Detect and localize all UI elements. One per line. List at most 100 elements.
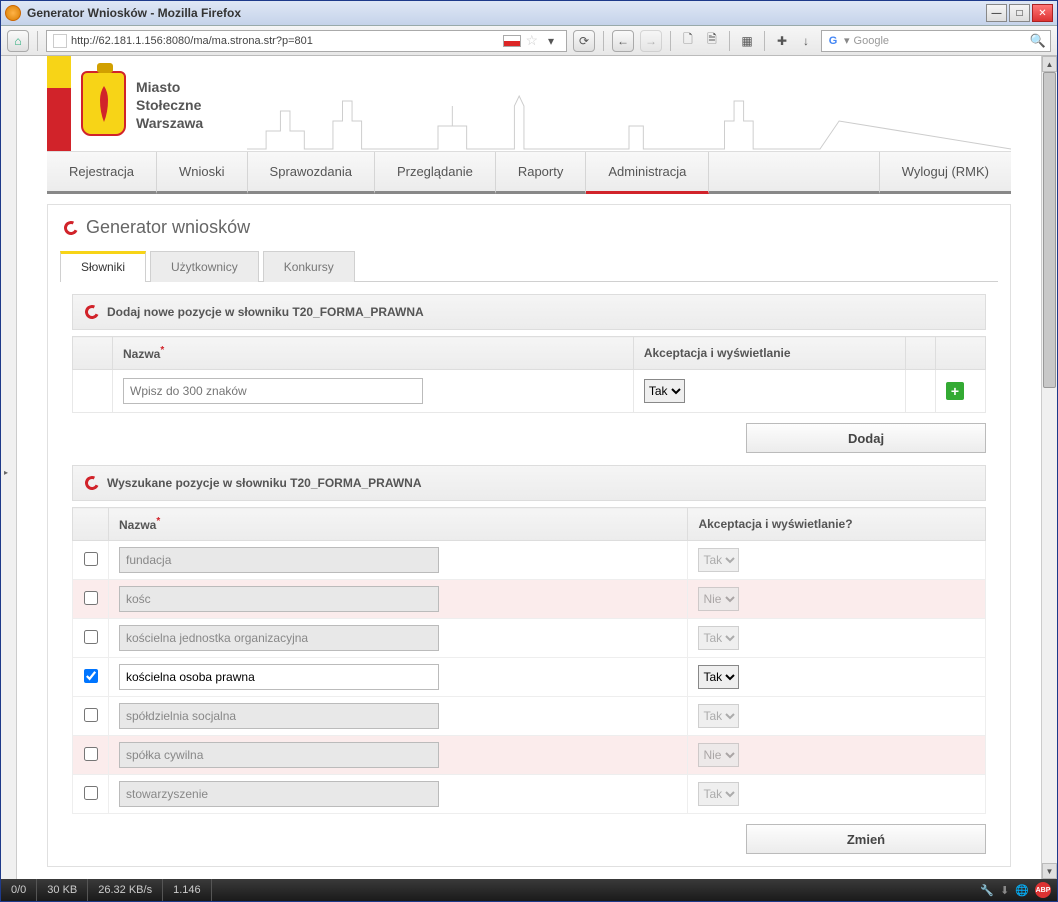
titlebar: Generator Wniosków - Mozilla Firefox — □… — [1, 1, 1057, 26]
row-checkbox[interactable] — [84, 669, 98, 683]
row-accept-select: Tak — [698, 626, 739, 650]
scroll-up-icon[interactable]: ▲ — [1042, 56, 1057, 72]
col-name-header: Nazwa* — [113, 337, 634, 370]
url-text: http://62.181.1.156:8080/ma/ma.strona.st… — [71, 35, 313, 47]
window-title: Generator Wniosków - Mozilla Firefox — [27, 6, 986, 20]
close-button[interactable]: ✕ — [1032, 4, 1053, 22]
back-button[interactable]: ← — [612, 30, 634, 52]
nav-item-przeglądanie[interactable]: Przeglądanie — [375, 152, 496, 194]
sidebar-collapsed[interactable]: ▸ — [1, 56, 17, 879]
scroll-thumb[interactable] — [1043, 72, 1056, 388]
col-accept-header: Akceptacja i wyświetlanie? — [688, 508, 986, 541]
search-placeholder: Google — [854, 35, 889, 47]
main-nav: RejestracjaWnioskiSprawozdaniaPrzeglądan… — [47, 151, 1011, 194]
forward-button[interactable]: → — [640, 30, 662, 52]
nav-item-sprawozdania[interactable]: Sprawozdania — [248, 152, 375, 194]
row-name-input — [119, 547, 439, 573]
abp-icon[interactable]: ABP — [1035, 882, 1051, 898]
google-icon: G — [826, 34, 840, 48]
table-row: Tak — [73, 619, 986, 658]
vertical-scrollbar[interactable]: ▲ ▼ — [1041, 56, 1057, 879]
bullet-icon — [62, 219, 80, 237]
row-name-input — [119, 625, 439, 651]
bullet-icon — [83, 303, 101, 321]
row-name-input — [119, 781, 439, 807]
download-icon[interactable]: ⬇ — [1000, 884, 1009, 897]
add-row-icon[interactable]: + — [946, 382, 964, 400]
row-accept-select[interactable]: Tak — [698, 665, 739, 689]
toolbar-icon-3[interactable]: ▦ — [738, 32, 756, 50]
status-cell: 0/0 — [1, 879, 37, 901]
browser-toolbar: ⌂ http://62.181.1.156:8080/ma/ma.strona.… — [1, 26, 1057, 56]
table-row: Tak — [73, 658, 986, 697]
dropdown-icon[interactable]: ▾ — [542, 32, 560, 50]
list-section-header: Wyszukane pozycje w słowniku T20_FORMA_P… — [72, 465, 986, 501]
row-checkbox[interactable] — [84, 747, 98, 761]
add-section-header: Dodaj nowe pozycje w słowniku T20_FORMA_… — [72, 294, 986, 330]
status-cell: 1.146 — [163, 879, 212, 901]
accept-select[interactable]: Tak — [644, 379, 685, 403]
panel-title: Generator wniosków — [48, 205, 1010, 250]
nav-item-rejestracja[interactable]: Rejestracja — [47, 152, 157, 194]
nav-item-wnioski[interactable]: Wnioski — [157, 152, 248, 194]
status-cell: 30 KB — [37, 879, 88, 901]
brand-text: Miasto Stołeczne Warszawa — [136, 78, 203, 133]
brand-stripe — [47, 56, 71, 151]
tab-konkursy[interactable]: Konkursy — [263, 251, 355, 282]
row-name-input — [119, 703, 439, 729]
row-accept-select: Nie — [698, 743, 739, 767]
col-name-header: Nazwa* — [109, 508, 688, 541]
add-button[interactable]: Dodaj — [746, 423, 986, 453]
row-accept-select: Tak — [698, 704, 739, 728]
statusbar: 0/0 30 KB 26.32 KB/s 1.146 🔧 ⬇ 🌐 ABP — [1, 879, 1057, 901]
tab-użytkownicy[interactable]: Użytkownicy — [150, 251, 259, 282]
home-button[interactable]: ⌂ — [7, 30, 29, 52]
reload-button[interactable]: ⟳ — [573, 30, 595, 52]
nav-item-administracja[interactable]: Administracja — [586, 152, 709, 194]
table-row: Tak — [73, 541, 986, 580]
page-header: Miasto Stołeczne Warszawa — [47, 56, 1011, 151]
col-accept-header: Akceptacja i wyświetlanie — [633, 337, 905, 370]
toolbar-icon-5[interactable]: ↓ — [797, 32, 815, 50]
page-icon — [53, 34, 67, 48]
row-accept-select: Tak — [698, 548, 739, 572]
table-row: Tak — [73, 775, 986, 814]
maximize-button[interactable]: □ — [1009, 4, 1030, 22]
search-box[interactable]: G ▾ Google 🔍 — [821, 30, 1051, 52]
table-row: Nie — [73, 736, 986, 775]
firefox-icon — [5, 5, 21, 21]
name-input[interactable] — [123, 378, 423, 404]
bookmark-star-icon[interactable]: ☆ — [525, 32, 538, 49]
toolbar-icon-4[interactable]: ✚ — [773, 32, 791, 50]
row-checkbox[interactable] — [84, 552, 98, 566]
change-button[interactable]: Zmień — [746, 824, 986, 854]
logout-button[interactable]: Wyloguj (RMK) — [879, 152, 1011, 194]
globe-icon[interactable]: 🌐 — [1015, 884, 1029, 897]
toolbar-icon-1[interactable]: 🗋 — [679, 32, 697, 50]
row-checkbox[interactable] — [84, 591, 98, 605]
toolbar-icon-2[interactable]: 🗎 — [703, 32, 721, 50]
status-cell: 26.32 KB/s — [88, 879, 163, 901]
row-checkbox[interactable] — [84, 786, 98, 800]
row-name-input — [119, 586, 439, 612]
minimize-button[interactable]: — — [986, 4, 1007, 22]
row-accept-select: Tak — [698, 782, 739, 806]
city-crest-icon — [81, 71, 126, 136]
row-checkbox[interactable] — [84, 630, 98, 644]
row-name-input — [119, 742, 439, 768]
search-icon[interactable]: 🔍 — [1030, 33, 1046, 49]
url-bar[interactable]: http://62.181.1.156:8080/ma/ma.strona.st… — [46, 30, 567, 52]
tabs: SłownikiUżytkownicyKonkursy — [60, 250, 998, 282]
row-checkbox[interactable] — [84, 708, 98, 722]
scroll-down-icon[interactable]: ▼ — [1042, 863, 1057, 879]
table-row: Nie — [73, 580, 986, 619]
table-row: Tak — [73, 697, 986, 736]
skyline-decoration — [247, 91, 1011, 151]
row-accept-select: Nie — [698, 587, 739, 611]
wrench-icon[interactable]: 🔧 — [980, 884, 994, 897]
row-name-input[interactable] — [119, 664, 439, 690]
flag-pl-icon — [503, 35, 521, 47]
bullet-icon — [83, 474, 101, 492]
nav-item-raporty[interactable]: Raporty — [496, 152, 587, 194]
tab-słowniki[interactable]: Słowniki — [60, 251, 146, 282]
